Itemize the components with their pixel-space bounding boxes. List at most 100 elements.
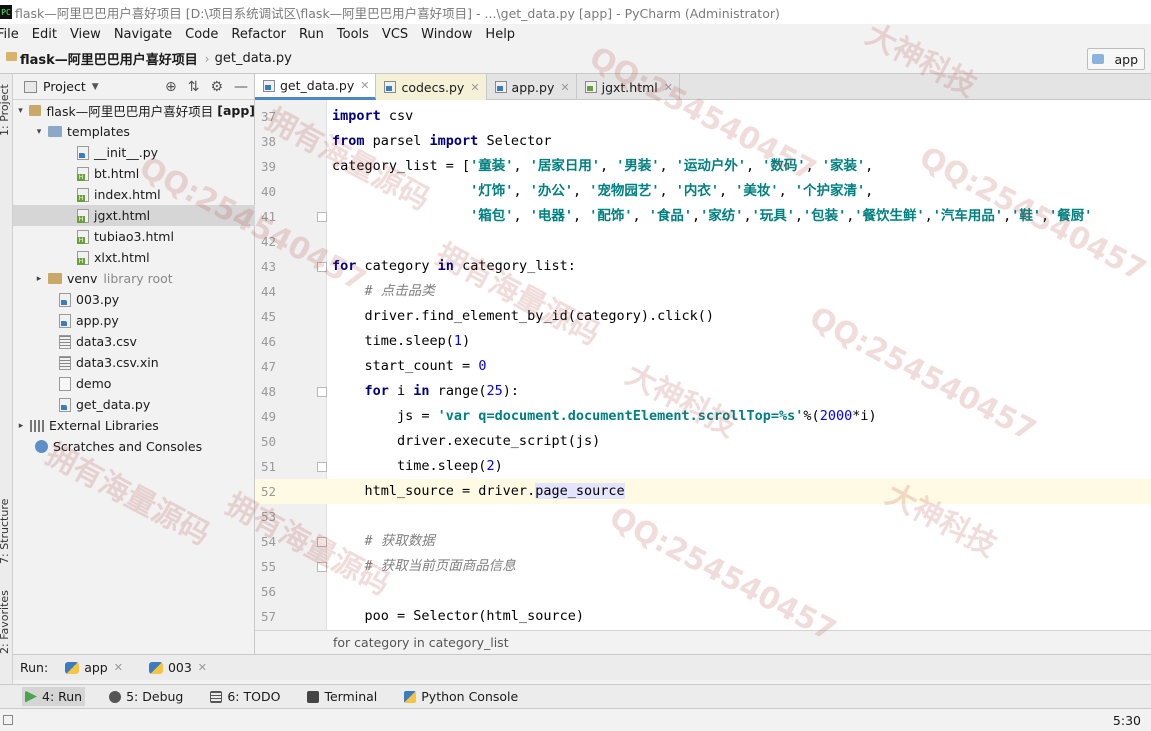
expand-arrow-icon[interactable]: ▸ [34, 274, 44, 284]
menu-help[interactable]: Help [485, 27, 515, 42]
project-tool-button[interactable]: 1: Project [0, 84, 11, 136]
project-view-selector[interactable]: Project [43, 79, 86, 94]
folder-icon [48, 126, 62, 137]
tool-button-python-console[interactable]: Python Console [401, 687, 521, 706]
expand-arrow-icon[interactable]: ▾ [16, 106, 25, 116]
tree-item-index-html[interactable]: index.html [13, 184, 255, 205]
tab-get-data-py[interactable]: get_data.py ✕ [255, 74, 377, 100]
tab-codecs-py[interactable]: codecs.py ✕ [376, 74, 487, 100]
run-configuration-select[interactable]: app [1087, 48, 1145, 70]
tree-item-jgxt-html[interactable]: jgxt.html [13, 205, 255, 226]
tree-item-project-root[interactable]: ▾ flask—阿里巴巴用户喜好项目 [app] [13, 100, 255, 121]
collapse-all-icon[interactable]: ⇅ [188, 79, 200, 95]
tree-item-app-py[interactable]: app.py [13, 310, 255, 331]
tree-item-data3-csv-xin[interactable]: data3.csv.xin [13, 352, 255, 373]
nav-project-crumb[interactable]: flask—阿里巴巴用户喜好项目 [6, 49, 198, 68]
tab-app-py[interactable]: app.py ✕ [487, 74, 577, 100]
code-line[interactable]: 42 [255, 229, 1151, 254]
fold-marker-icon[interactable] [317, 537, 327, 547]
favorites-tool-button[interactable]: 2: Favorites [0, 590, 11, 654]
fold-marker-icon[interactable] [317, 212, 327, 222]
tree-item-external-libraries[interactable]: ▸ External Libraries [13, 415, 255, 436]
tree-item-003-py[interactable]: 003.py [13, 289, 255, 310]
fold-marker-icon[interactable] [317, 562, 327, 572]
menu-edit[interactable]: Edit [32, 27, 57, 42]
locate-file-icon[interactable]: ⊕ [165, 79, 177, 95]
tree-item-scratches[interactable]: Scratches and Consoles [13, 436, 255, 457]
fold-marker-icon[interactable] [317, 462, 327, 472]
caret-down-icon[interactable]: ▼ [92, 82, 99, 92]
code-line[interactable]: 52 html_source = driver.page_source [255, 479, 1151, 504]
menu-tools[interactable]: Tools [337, 27, 369, 42]
editor-breadcrumb[interactable]: for category in category_list [255, 630, 1151, 654]
menu-navigate[interactable]: Navigate [114, 27, 172, 42]
python-file-icon [263, 79, 275, 92]
menu-refactor[interactable]: Refactor [231, 27, 286, 42]
close-icon[interactable]: ✕ [664, 81, 673, 94]
code-line[interactable]: 57 poo = Selector(html_source) [255, 604, 1151, 629]
nav-file-crumb[interactable]: get_data.py [215, 51, 292, 66]
tab-jgxt-html[interactable]: jgxt.html ✕ [577, 74, 680, 100]
tool-windows-toggle-icon[interactable] [3, 715, 13, 725]
caret-position[interactable]: 5:30 [1113, 713, 1141, 728]
menu-view[interactable]: View [70, 27, 101, 42]
code-line[interactable]: 40 '灯饰', '办公', '宠物园艺', '内衣', '美妆', '个护家清… [255, 179, 1151, 204]
code-line[interactable]: 41 '箱包', '电器', '配饰', '食品','家纺','玩具','包装'… [255, 204, 1151, 229]
tree-item-templates[interactable]: ▾ templates [13, 121, 255, 142]
tab-label: get_data.py [280, 78, 355, 93]
run-tab-app[interactable]: app ✕ [62, 660, 126, 675]
close-icon[interactable]: ✕ [198, 661, 207, 674]
menu-window[interactable]: Window [421, 27, 472, 42]
code-line[interactable]: 56 [255, 579, 1151, 604]
tree-item-demo[interactable]: demo [13, 373, 255, 394]
menu-vcs[interactable]: VCS [382, 27, 408, 42]
gear-icon[interactable]: ⚙ [210, 79, 223, 95]
code-line[interactable]: 51 time.sleep(2) [255, 454, 1151, 479]
close-icon[interactable]: ✕ [560, 81, 569, 94]
code-editor[interactable]: 37 import csv 38 from parsel import Selecto… [255, 100, 1151, 630]
menu-run[interactable]: Run [299, 27, 324, 42]
tree-item-xlxt-html[interactable]: xlxt.html [13, 247, 255, 268]
code-line[interactable]: 55 # 获取当前页面商品信息 [255, 554, 1151, 579]
close-icon[interactable]: ✕ [114, 661, 123, 674]
code-line[interactable]: 49 js = 'var q=document.documentElement.… [255, 404, 1151, 429]
fold-marker-icon[interactable] [317, 262, 327, 272]
expand-arrow-icon[interactable]: ▸ [16, 421, 26, 431]
tool-button-debug[interactable]: 5: Debug [106, 687, 186, 706]
code-line[interactable]: 53 [255, 504, 1151, 529]
code-line[interactable]: 43 for category in category_list: [255, 254, 1151, 279]
line-number: 38 [260, 134, 276, 149]
code-line[interactable]: 45 driver.find_element_by_id(category).c… [255, 304, 1151, 329]
code-line[interactable]: 47 start_count = 0 [255, 354, 1151, 379]
code-line[interactable]: 50 driver.execute_script(js) [255, 429, 1151, 454]
window-title: flask—阿里巴巴用户喜好项目 [D:\项目系统调试区\flask—阿里巴巴用… [15, 5, 780, 21]
menu-code[interactable]: Code [185, 27, 218, 42]
code-line[interactable]: 38 from parsel import Selector [255, 129, 1151, 154]
tree-item-get-data-py[interactable]: get_data.py [13, 394, 255, 415]
tree-item-label: bt.html [94, 166, 140, 181]
expand-arrow-icon[interactable]: ▾ [34, 127, 44, 137]
code-line[interactable]: 54 # 获取数据 [255, 529, 1151, 554]
code-text: html_source = driver.page_source [332, 483, 625, 499]
code-line[interactable]: 44 # 点击品类 [255, 279, 1151, 304]
tool-button-run[interactable]: 4: Run [22, 687, 86, 706]
tree-item-bt-html[interactable]: bt.html [13, 163, 255, 184]
tab-label: jgxt.html [601, 79, 658, 95]
tree-item-venv[interactable]: ▸ venv library root [13, 268, 255, 289]
code-line[interactable]: 46 time.sleep(1) [255, 329, 1151, 354]
tree-item-tubiao3-html[interactable]: tubiao3.html [13, 226, 255, 247]
tool-button-todo[interactable]: 6: TODO [207, 687, 283, 706]
code-line[interactable]: 39 category_list = ['童装', '居家日用', '男装', '… [255, 154, 1151, 179]
code-line[interactable]: 48 for i in range(25): [255, 379, 1151, 404]
close-icon[interactable]: ✕ [360, 79, 369, 92]
structure-tool-button[interactable]: 7: Structure [0, 499, 11, 564]
fold-marker-icon[interactable] [317, 387, 327, 397]
menu-file[interactable]: File [0, 27, 19, 42]
tree-item-init-py[interactable]: __init__.py [13, 142, 255, 163]
code-line[interactable]: 37 import csv [255, 104, 1151, 129]
hide-panel-icon[interactable]: — [234, 79, 248, 95]
run-tab-003[interactable]: 003 ✕ [146, 660, 210, 675]
tool-button-terminal[interactable]: Terminal [304, 687, 380, 706]
close-icon[interactable]: ✕ [470, 81, 479, 94]
tree-item-data3-csv[interactable]: data3.csv [13, 331, 255, 352]
